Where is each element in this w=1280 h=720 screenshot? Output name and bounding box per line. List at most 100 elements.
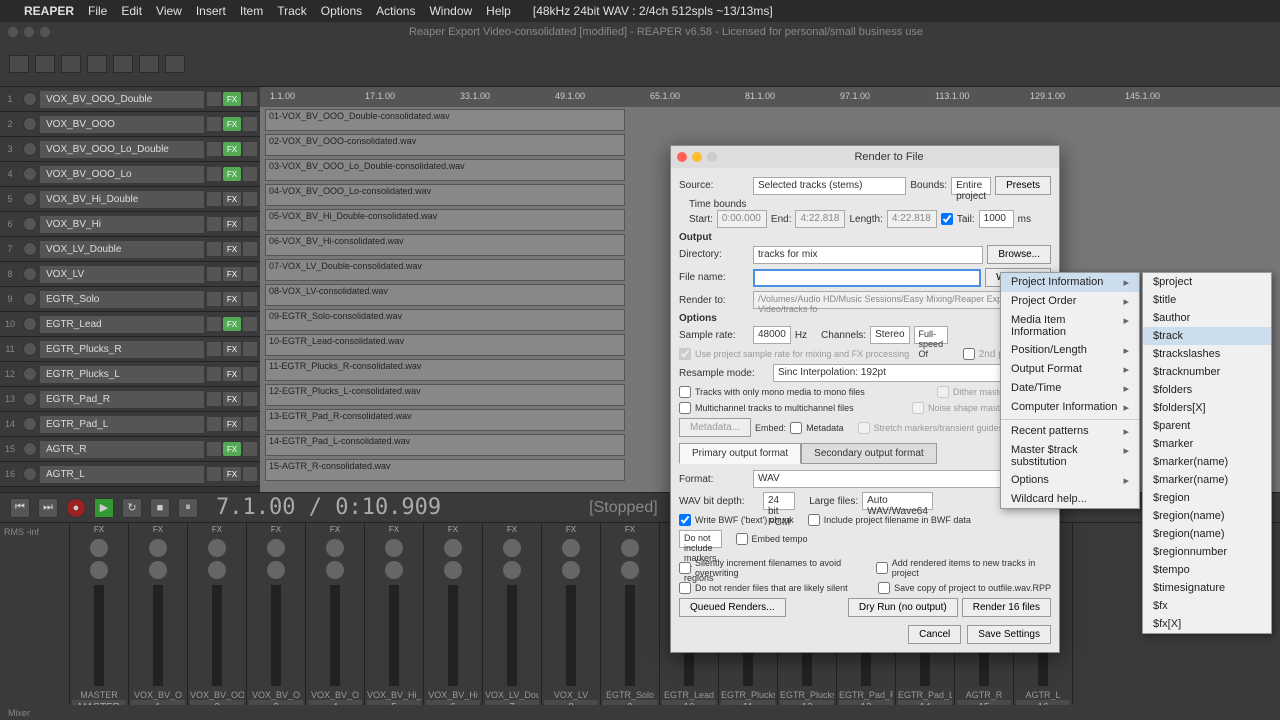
mute-button[interactable] [207, 92, 221, 106]
menu-item[interactable]: $regionnumber [1143, 543, 1271, 561]
mono1-checkbox[interactable] [679, 386, 691, 398]
mute-button[interactable] [207, 217, 221, 231]
pan-knob2[interactable] [503, 561, 521, 579]
fx-button[interactable]: FX [223, 117, 241, 131]
fx-label[interactable]: FX [271, 525, 281, 537]
fx-button[interactable]: FX [223, 292, 241, 306]
fx-button[interactable]: FX [223, 142, 241, 156]
app-name[interactable]: REAPER [24, 4, 74, 18]
track-name[interactable]: EGTR_Plucks_R [40, 341, 204, 358]
volume-fader[interactable] [507, 585, 517, 686]
media-item[interactable]: 15-AGTR_R-consolidated.wav [265, 459, 625, 481]
record-arm-button[interactable] [23, 342, 37, 356]
volume-fader[interactable] [153, 585, 163, 686]
menu-insert[interactable]: Insert [196, 4, 226, 18]
track-header[interactable]: 10 EGTR_Lead FX [0, 312, 260, 337]
solo-button[interactable] [243, 217, 257, 231]
menu-item[interactable]: $fx [1143, 597, 1271, 615]
fx-label[interactable]: FX [507, 525, 517, 537]
track-header[interactable]: 8 VOX_LV FX [0, 262, 260, 287]
menu-options[interactable]: Options [321, 4, 362, 18]
metadata-checkbox[interactable] [790, 422, 802, 434]
track-name[interactable]: AGTR_R [40, 441, 204, 458]
dialog-zoom-icon[interactable] [707, 152, 717, 162]
track-header[interactable]: 16 AGTR_L FX [0, 462, 260, 487]
menu-item[interactable]: $folders [1143, 381, 1271, 399]
mixer-channel[interactable]: FX VOX_BV_Hi_Dc 5 [365, 523, 424, 717]
pan-knob[interactable] [562, 539, 580, 557]
mixer-channel[interactable]: FX MASTER MASTER [70, 523, 129, 717]
record-arm-button[interactable] [23, 367, 37, 381]
bitdepth-select[interactable]: 24 bit PCM [763, 492, 795, 510]
tempo-checkbox[interactable] [736, 533, 748, 545]
track-name[interactable]: VOX_BV_OOO_Lo [40, 166, 204, 183]
menu-item[interactable]: Computer Information▸ [1001, 398, 1139, 417]
volume-fader[interactable] [330, 585, 340, 686]
resample-select[interactable]: Sinc Interpolation: 192pt [773, 364, 1005, 382]
zoom-icon[interactable] [40, 27, 50, 37]
fx-label[interactable]: FX [212, 525, 222, 537]
menu-item[interactable]: $title [1143, 291, 1271, 309]
mute-button[interactable] [207, 417, 221, 431]
mute-button[interactable] [207, 442, 221, 456]
record-arm-button[interactable] [23, 292, 37, 306]
menu-item[interactable]: $track [1143, 327, 1271, 345]
fx-label[interactable]: FX [625, 525, 635, 537]
volume-fader[interactable] [625, 585, 635, 686]
goto-end-button[interactable]: ⏭ [38, 498, 58, 518]
volume-fader[interactable] [94, 585, 104, 686]
record-arm-button[interactable] [23, 92, 37, 106]
fx-button[interactable]: FX [223, 317, 241, 331]
mixer-channel[interactable]: FX EGTR_Solo 9 [601, 523, 660, 717]
volume-fader[interactable] [566, 585, 576, 686]
pan-knob2[interactable] [562, 561, 580, 579]
record-arm-button[interactable] [23, 267, 37, 281]
mixer-channel[interactable]: FX VOX_LV 8 [542, 523, 601, 717]
fx-label[interactable]: FX [94, 525, 104, 537]
record-button[interactable]: ● [66, 498, 86, 518]
mixer-channel[interactable]: FX VOX_BV_Hi 6 [424, 523, 483, 717]
media-item[interactable]: 02-VOX_BV_OOO-consolidated.wav [265, 134, 625, 156]
menu-item[interactable]: Options▸ [1001, 471, 1139, 490]
toolbar-button[interactable] [87, 55, 107, 73]
source-select[interactable]: Selected tracks (stems) [753, 177, 906, 195]
menu-help[interactable]: Help [486, 4, 511, 18]
mute-button[interactable] [207, 267, 221, 281]
solo-button[interactable] [243, 392, 257, 406]
samplerate-select[interactable]: 48000 [753, 326, 791, 344]
presets-button[interactable]: Presets [995, 176, 1051, 195]
loop-button[interactable]: ↻ [122, 498, 142, 518]
menu-item[interactable]: $project [1143, 273, 1271, 291]
solo-button[interactable] [243, 117, 257, 131]
pan-knob2[interactable] [208, 561, 226, 579]
pan-knob[interactable] [621, 539, 639, 557]
media-item[interactable]: 13-EGTR_Pad_R-consolidated.wav [265, 409, 625, 431]
track-name[interactable]: EGTR_Plucks_L [40, 366, 204, 383]
menu-item[interactable]: Output Format▸ [1001, 360, 1139, 379]
track-header[interactable]: 7 VOX_LV_Double FX [0, 237, 260, 262]
solo-button[interactable] [243, 292, 257, 306]
track-header[interactable]: 5 VOX_BV_Hi_Double FX [0, 187, 260, 212]
media-item[interactable]: 05-VOX_BV_Hi_Double-consolidated.wav [265, 209, 625, 231]
track-header[interactable]: 3 VOX_BV_OOO_Lo_Double FX [0, 137, 260, 162]
track-header[interactable]: 4 VOX_BV_OOO_Lo FX [0, 162, 260, 187]
fx-label[interactable]: FX [330, 525, 340, 537]
menu-item[interactable]: $folders[X] [1143, 399, 1271, 417]
timecode[interactable]: 7.1.00 / 0:10.909 [216, 495, 441, 520]
fx-button[interactable]: FX [223, 167, 241, 181]
tail-checkbox[interactable] [941, 213, 953, 225]
menu-item[interactable]: $parent [1143, 417, 1271, 435]
track-name[interactable]: EGTR_Pad_L [40, 416, 204, 433]
solo-button[interactable] [243, 92, 257, 106]
solo-button[interactable] [243, 342, 257, 356]
pause-button[interactable]: ⏸ [178, 498, 198, 518]
menu-item[interactable]: Master $track substitution▸ [1001, 441, 1139, 471]
track-header[interactable]: 11 EGTR_Plucks_R FX [0, 337, 260, 362]
menu-item[interactable]: Position/Length▸ [1001, 341, 1139, 360]
volume-fader[interactable] [389, 585, 399, 686]
record-arm-button[interactable] [23, 192, 37, 206]
minimize-icon[interactable] [24, 27, 34, 37]
record-arm-button[interactable] [23, 217, 37, 231]
silent2-checkbox[interactable] [679, 582, 691, 594]
mute-button[interactable] [207, 342, 221, 356]
